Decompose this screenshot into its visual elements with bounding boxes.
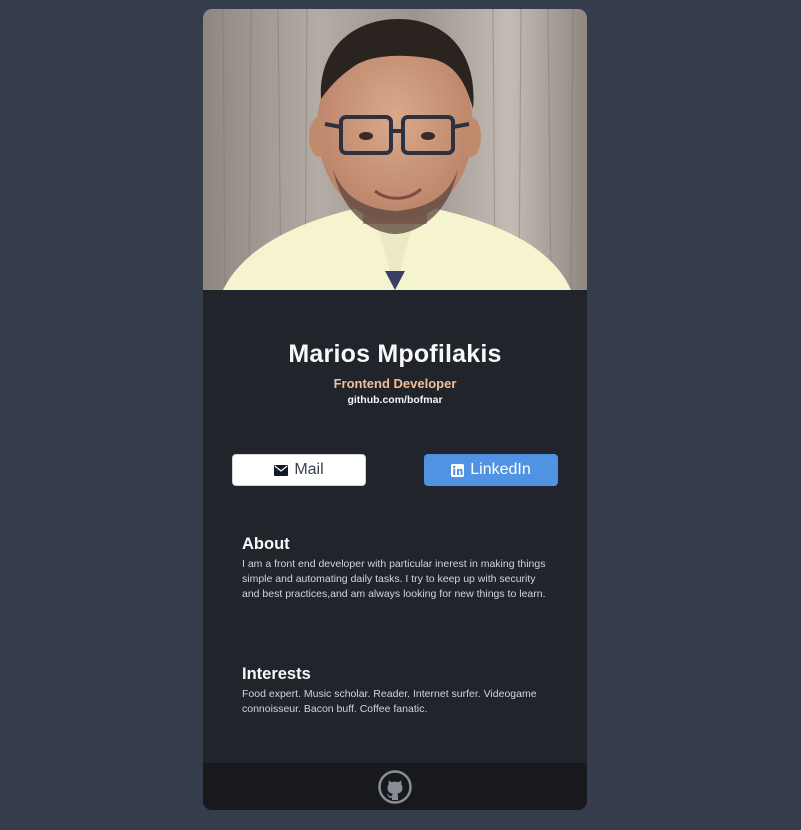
mail-button-label: Mail	[294, 461, 324, 478]
profile-role: Frontend Developer	[333, 376, 457, 391]
interests-heading: Interests	[242, 665, 311, 683]
linkedin-icon	[451, 463, 465, 477]
card-footer	[203, 763, 587, 810]
envelope-icon	[274, 464, 289, 476]
interests-text: Food expert. Music scholar. Reader. Inte…	[242, 688, 537, 715]
profile-name: Marios Mpofilakis	[288, 340, 502, 368]
mail-button[interactable]: Mail	[232, 454, 366, 486]
profile-card: Marios Mpofilakis Frontend Developer git…	[203, 9, 587, 810]
linkedin-button[interactable]: LinkedIn	[424, 454, 558, 486]
about-heading: About	[242, 535, 290, 553]
github-icon[interactable]	[378, 769, 412, 804]
profile-website: github.com/bofmar	[347, 394, 443, 406]
linkedin-button-label: LinkedIn	[470, 461, 531, 478]
about-text: I am a front end developer with particul…	[242, 558, 546, 600]
profile-photo	[203, 9, 587, 290]
